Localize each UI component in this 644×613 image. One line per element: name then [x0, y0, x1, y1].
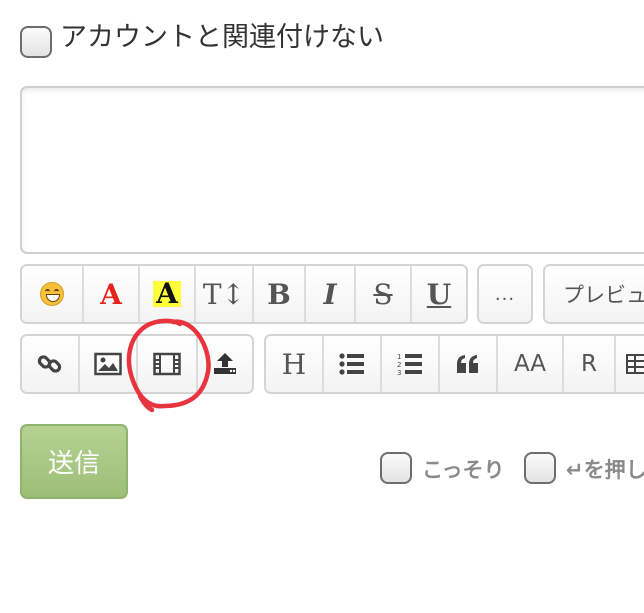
bullet-list-icon [339, 353, 364, 375]
underline-icon: U [426, 277, 452, 311]
bold-icon: B [267, 277, 291, 311]
quote-icon [457, 355, 478, 373]
submit-button[interactable]: 送信 [20, 424, 128, 499]
table-icon [626, 354, 644, 374]
comment-form: アカウントと関連付けない A A T↕ B I S U ... プレビュ H 1… [0, 0, 644, 613]
r-button[interactable]: R [564, 336, 616, 392]
upload-icon [214, 353, 236, 374]
block-toolbar: H 1 2 3 AA R [264, 334, 644, 394]
table-button[interactable] [616, 336, 644, 392]
bullet-list-button[interactable] [324, 336, 382, 392]
underline-button[interactable]: U [412, 266, 466, 322]
comment-textarea[interactable] [20, 86, 644, 254]
sneaky-label: こっそり [422, 458, 505, 482]
upload-button[interactable] [198, 336, 252, 392]
numbered-list-icon: 1 2 3 [397, 353, 422, 376]
svg-text:3: 3 [397, 369, 401, 376]
more-button[interactable]: ... [479, 266, 531, 322]
font-color-icon: A [100, 277, 122, 311]
italic-icon: I [323, 277, 337, 311]
italic-button[interactable]: I [306, 266, 356, 322]
heading-button[interactable]: H [266, 336, 324, 392]
preview-group: プレビュ [543, 264, 644, 324]
quote-button[interactable] [440, 336, 498, 392]
highlight-icon: A [153, 280, 181, 308]
font-color-button[interactable]: A [84, 266, 140, 322]
strikethrough-icon: S [373, 277, 393, 311]
text-size-button[interactable]: AA [498, 336, 564, 392]
anonymous-label: アカウントと関連付けない [60, 22, 384, 53]
film-icon [153, 352, 181, 376]
enter-submit-checkbox[interactable] [524, 452, 556, 484]
link-button[interactable] [22, 336, 80, 392]
format-toolbar: A A T↕ B I S U [20, 264, 468, 324]
font-size-icon: T↕ [202, 277, 246, 311]
svg-text:1: 1 [397, 353, 401, 361]
sneaky-checkbox[interactable] [380, 452, 412, 484]
numbered-list-button[interactable]: 1 2 3 [382, 336, 440, 392]
strikethrough-button[interactable]: S [356, 266, 412, 322]
preview-button[interactable]: プレビュ [545, 266, 644, 322]
video-button[interactable] [138, 336, 198, 392]
font-size-button[interactable]: T↕ [196, 266, 254, 322]
enter-submit-label: ↵を押し [566, 458, 644, 482]
image-icon [94, 352, 122, 376]
more-group: ... [477, 264, 533, 324]
link-icon [37, 355, 62, 373]
heading-icon: H [281, 347, 307, 381]
anonymous-checkbox[interactable] [20, 26, 52, 58]
emoji-button[interactable] [22, 266, 84, 322]
bold-button[interactable]: B [254, 266, 306, 322]
svg-text:2: 2 [397, 361, 401, 369]
image-button[interactable] [80, 336, 138, 392]
smile-emoji-icon [40, 282, 64, 306]
highlight-button[interactable]: A [140, 266, 196, 322]
insert-toolbar [20, 334, 254, 394]
